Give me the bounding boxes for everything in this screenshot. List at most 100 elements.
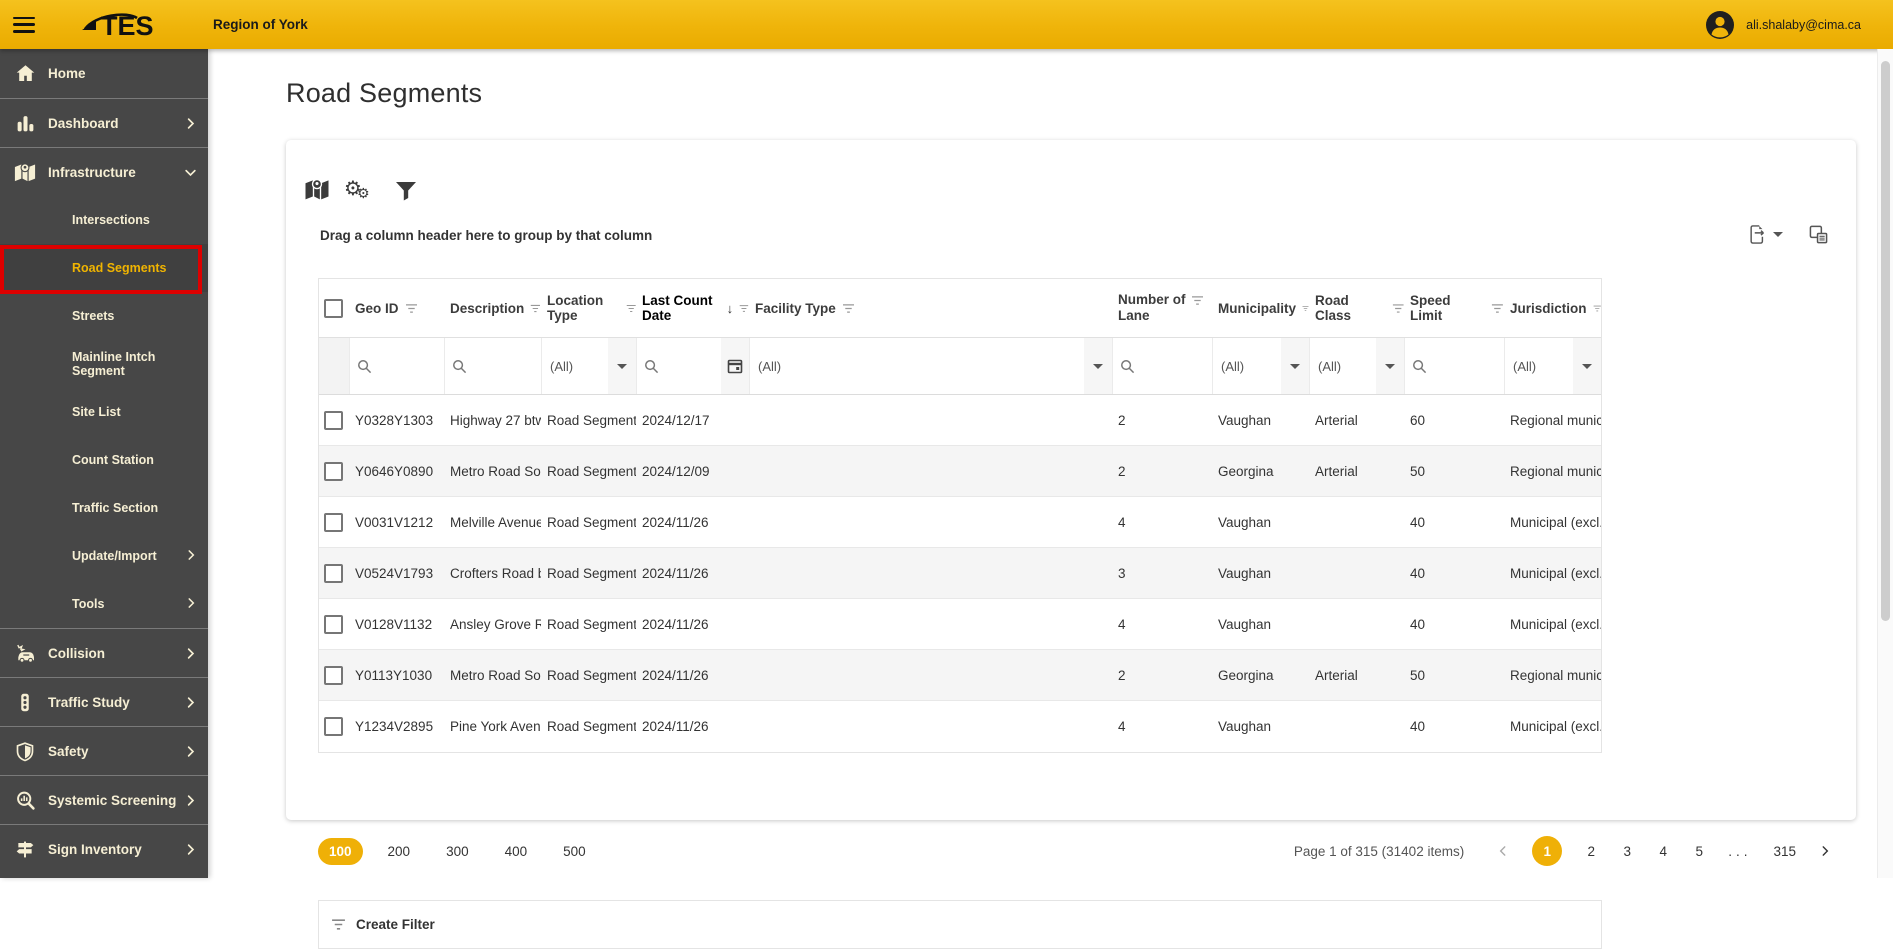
- sidebar-item-home[interactable]: Home: [0, 49, 208, 98]
- sidebar-item-update-import[interactable]: Update/Import: [0, 532, 208, 580]
- next-page-icon[interactable]: [1818, 844, 1832, 858]
- map-pin-icon[interactable]: [304, 178, 330, 201]
- select-all-checkbox[interactable]: [324, 298, 343, 318]
- settings-gears-icon[interactable]: ⚙ ⚙: [344, 178, 370, 201]
- cell-last-count-date: 2024/11/26: [642, 565, 709, 581]
- page-size-500[interactable]: 500: [552, 838, 597, 865]
- cell-municipality: Vaughan: [1218, 412, 1272, 428]
- sidebar-item-sign-inventory[interactable]: Sign Inventory: [0, 824, 208, 873]
- sidebar-item-count-station[interactable]: Count Station: [0, 436, 208, 484]
- column-header-geo-id[interactable]: Geo ID: [349, 301, 444, 316]
- filter-last-count-date[interactable]: [636, 338, 749, 394]
- row-checkbox[interactable]: [324, 512, 343, 532]
- search-icon: [645, 359, 659, 373]
- dropdown-caret-icon[interactable]: [1573, 338, 1601, 394]
- sidebar-item-road-segments[interactable]: Road Segments: [0, 244, 208, 292]
- previous-page-icon[interactable]: [1496, 844, 1510, 858]
- sidebar-item-tools[interactable]: Tools: [0, 580, 208, 628]
- sidebar-item-safety[interactable]: Safety: [0, 726, 208, 775]
- table-row[interactable]: Y0328Y1303 Highway 27 btw... Road Segmen…: [319, 395, 1601, 446]
- calendar-icon[interactable]: [721, 338, 749, 394]
- cell-jurisdiction: Regional munici...: [1510, 412, 1601, 428]
- table-row[interactable]: Y0113Y1030 Metro Road Sou... Road Segmen…: [319, 650, 1601, 701]
- sidebar-item-traffic-section[interactable]: Traffic Section: [0, 484, 208, 532]
- cell-last-count-date: 2024/12/17: [642, 412, 710, 428]
- column-filter-icon: [1302, 305, 1309, 311]
- row-checkbox[interactable]: [324, 665, 343, 685]
- column-header-municipality[interactable]: Municipality: [1212, 301, 1309, 316]
- chevron-right-icon: [183, 744, 198, 764]
- row-checkbox[interactable]: [324, 614, 343, 634]
- filter-facility-type[interactable]: (All): [749, 338, 1112, 394]
- filter-speed-limit[interactable]: [1404, 338, 1504, 394]
- cell-last-count-date: 2024/11/26: [642, 667, 709, 683]
- column-filter-icon: [531, 304, 541, 312]
- table-row[interactable]: V0524V1793 Crofters Road b... Road Segme…: [319, 548, 1601, 599]
- page-size-400[interactable]: 400: [494, 838, 539, 865]
- dropdown-caret-icon[interactable]: [608, 338, 636, 394]
- filter-number-of-lane[interactable]: [1112, 338, 1212, 394]
- dropdown-caret-icon[interactable]: [1376, 338, 1404, 394]
- sidebar-item-collision[interactable]: Collision: [0, 628, 208, 677]
- filter-description[interactable]: [444, 338, 541, 394]
- page-size-100[interactable]: 100: [318, 837, 363, 865]
- column-header-number-of-lane[interactable]: Number of Lane: [1112, 279, 1212, 337]
- chevron-right-icon: [183, 116, 198, 136]
- create-filter-button[interactable]: Create Filter: [318, 900, 1602, 949]
- filter-location-type[interactable]: (All): [541, 338, 636, 394]
- cell-jurisdiction: Municipal (excl. ...: [1510, 719, 1601, 734]
- column-chooser-icon[interactable]: [1809, 225, 1828, 244]
- cell-number-of-lane: 2: [1118, 463, 1126, 479]
- cell-geo-id: V0031V1212: [355, 514, 434, 530]
- export-data-icon[interactable]: [1748, 224, 1783, 245]
- sidebar-item-infrastructure[interactable]: Infrastructure: [0, 147, 208, 196]
- filter-jurisdiction[interactable]: (All): [1504, 338, 1601, 394]
- scrollbar-thumb[interactable]: [1881, 61, 1890, 621]
- column-header-speed-limit[interactable]: Speed Limit: [1404, 293, 1504, 323]
- filter-municipality[interactable]: (All): [1212, 338, 1309, 394]
- page-number-4[interactable]: 4: [1656, 844, 1670, 859]
- vertical-scrollbar[interactable]: [1877, 49, 1893, 878]
- page-size-300[interactable]: 300: [435, 838, 480, 865]
- page-number-315[interactable]: 315: [1773, 844, 1796, 859]
- avatar-icon[interactable]: [1705, 10, 1735, 40]
- column-header-jurisdiction[interactable]: Jurisdiction: [1504, 301, 1601, 316]
- table-row[interactable]: V0128V1132 Ansley Grove Ro... Road Segme…: [319, 599, 1601, 650]
- chevron-right-icon: [184, 596, 198, 615]
- page-size-200[interactable]: 200: [377, 838, 422, 865]
- row-checkbox[interactable]: [324, 461, 343, 481]
- filter-road-class[interactable]: (All): [1309, 338, 1404, 394]
- sidebar-item-mainline-intch-segment[interactable]: Mainline Intch Segment: [0, 340, 208, 388]
- filter-funnel-icon[interactable]: [394, 179, 418, 201]
- chevron-right-icon: [183, 695, 198, 715]
- page-number-3[interactable]: 3: [1620, 844, 1634, 859]
- row-checkbox[interactable]: [324, 410, 343, 430]
- row-checkbox[interactable]: [324, 717, 343, 736]
- dropdown-caret-icon[interactable]: [1084, 338, 1112, 394]
- sidebar-item-streets[interactable]: Streets: [0, 292, 208, 340]
- column-header-facility-type[interactable]: Facility Type: [749, 301, 1112, 316]
- page-number-2[interactable]: 2: [1584, 844, 1598, 859]
- column-header-location-type[interactable]: Location Type: [541, 293, 636, 323]
- dropdown-caret-icon[interactable]: [1281, 338, 1309, 394]
- table-row[interactable]: V0031V1212 Melville Avenue... Road Segme…: [319, 497, 1601, 548]
- user-email[interactable]: ali.shalaby@cima.ca: [1746, 18, 1861, 32]
- column-header-road-class[interactable]: Road Class: [1309, 293, 1404, 323]
- sidebar-item-traffic-study[interactable]: Traffic Study: [0, 677, 208, 726]
- sidebar-item-intersections[interactable]: Intersections: [0, 196, 208, 244]
- table-row[interactable]: Y1234V2895 Pine York Avenu... Road Segme…: [319, 701, 1601, 752]
- row-checkbox[interactable]: [324, 563, 343, 583]
- cell-last-count-date: 2024/11/26: [642, 616, 709, 632]
- hamburger-menu-icon[interactable]: [13, 16, 35, 33]
- main-content: Road Segments ⚙ ⚙ Drag a column header he…: [208, 49, 1877, 949]
- sidebar-item-site-list[interactable]: Site List: [0, 388, 208, 436]
- page-number-5[interactable]: 5: [1692, 844, 1706, 859]
- filter-geo-id[interactable]: [349, 338, 444, 394]
- page-number-1[interactable]: 1: [1532, 836, 1563, 866]
- column-header-last-count-date[interactable]: Last Count Date ↓: [636, 293, 749, 323]
- signpost-icon: [14, 838, 36, 860]
- sidebar-item-systemic-screening[interactable]: Systemic Screening: [0, 775, 208, 824]
- sidebar-item-dashboard[interactable]: Dashboard: [0, 98, 208, 147]
- column-header-description[interactable]: Description: [444, 301, 541, 316]
- table-row[interactable]: Y0646Y0890 Metro Road Sou... Road Segmen…: [319, 446, 1601, 497]
